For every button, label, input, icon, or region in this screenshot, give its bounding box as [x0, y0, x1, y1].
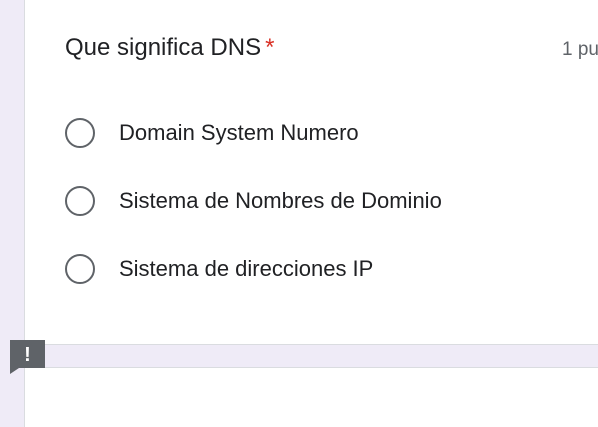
radio-button[interactable] — [65, 186, 95, 216]
option-label: Sistema de direcciones IP — [119, 256, 374, 281]
question-title: Que significa DNS * — [65, 33, 274, 63]
option-sistema-de-nombres-de-dominio[interactable]: Sistema de Nombres de Dominio — [65, 184, 442, 218]
option-label: Sistema de Nombres de Dominio — [119, 188, 442, 213]
alert-glyph: ! — [24, 344, 31, 366]
question-points: 1 pu — [562, 39, 598, 60]
required-asterisk: * — [265, 34, 275, 61]
next-question-card — [24, 367, 598, 427]
radio-button[interactable] — [65, 254, 95, 284]
question-text: Que significa DNS — [65, 34, 262, 61]
question-card: Que significa DNS * 1 pu Domain System Nu… — [24, 0, 598, 345]
alert-flag-icon: ! — [10, 340, 45, 374]
option-label: Domain System Numero — [119, 120, 359, 145]
option-sistema-de-direcciones-ip[interactable]: Sistema de direcciones IP — [65, 252, 373, 286]
option-domain-system-numero[interactable]: Domain System Numero — [65, 116, 359, 150]
radio-button[interactable] — [65, 118, 95, 148]
